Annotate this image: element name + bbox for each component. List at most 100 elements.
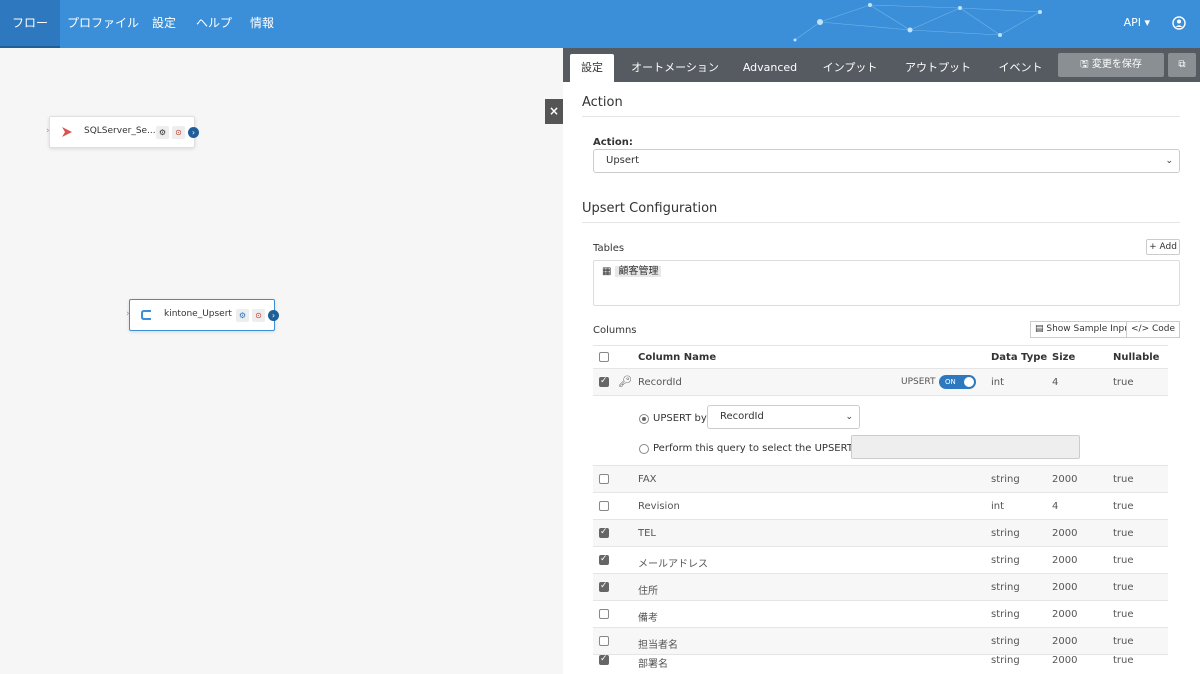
column-name: Revision (638, 501, 680, 512)
upsert-by-radio[interactable] (639, 414, 649, 424)
tab-bar: 設定 オートメーション Advanced インプット アウトプット イベント 🖫… (563, 48, 1200, 82)
upsert-key-options: UPSERT by: RecordId ⌄ Perform this query… (593, 396, 1168, 466)
nav-help[interactable]: ヘルプ (184, 0, 244, 48)
upsert-query-input[interactable] (851, 435, 1080, 459)
flow-canvas[interactable]: › SQLServer_Se... ⚙ ⊙ › › kintone_Upsert… (0, 48, 563, 674)
row-checkbox[interactable] (599, 376, 609, 387)
tables-label: Tables (593, 243, 625, 254)
upsert-by-value: RecordId (720, 411, 764, 422)
columns-header: Column Name Data Type Size Nullable (593, 345, 1168, 369)
select-all-checkbox[interactable] (599, 352, 609, 362)
size: 2000 (1052, 555, 1078, 566)
network-decoration-icon (793, 3, 1042, 42)
row-checkbox[interactable] (599, 636, 609, 646)
nullable: true (1113, 377, 1134, 388)
user-icon[interactable] (1172, 16, 1186, 30)
flow-node-sqlserver[interactable]: › SQLServer_Se... ⚙ ⊙ › (46, 116, 199, 148)
tab-advanced[interactable]: Advanced (735, 54, 805, 82)
top-nav: フロー プロファイル 設定 ヘルプ 情報 API ▾ (0, 0, 1200, 48)
row-checkbox[interactable] (599, 527, 609, 538)
row-checkbox[interactable] (599, 609, 609, 619)
kintone-icon (141, 310, 151, 320)
nullable: true (1113, 528, 1134, 539)
close-panel-button[interactable]: × (545, 99, 563, 124)
table-row: Revision int 4 true (593, 493, 1168, 520)
nav-profile[interactable]: プロファイル (55, 0, 151, 48)
tab-output[interactable]: アウトプット (898, 54, 978, 82)
column-name: 部署名 (638, 659, 668, 670)
sqlserver-icon (62, 127, 72, 137)
table-row: 住所 string 2000 true (593, 574, 1168, 601)
columns-label: Columns (593, 325, 637, 336)
add-table-button[interactable]: + Add (1146, 239, 1180, 255)
table-row: FAX string 2000 true (593, 466, 1168, 493)
header-nullable: Nullable (1113, 352, 1160, 363)
column-name: TEL (638, 528, 656, 539)
size: 2000 (1052, 655, 1078, 666)
data-type: string (991, 582, 1020, 593)
column-name: メールアドレス (638, 559, 708, 570)
flow-node-kintone[interactable]: › kintone_Upsert ⚙ ⊙ › (126, 299, 279, 331)
row-checkbox[interactable] (599, 654, 609, 665)
size: 2000 (1052, 474, 1078, 485)
stop-icon[interactable]: ⊙ (252, 309, 265, 322)
external-link-icon[interactable]: ⧉ (1168, 53, 1196, 77)
upsert-tag: UPSERT (901, 377, 936, 387)
row-checkbox[interactable] (599, 581, 609, 592)
divider (582, 116, 1180, 117)
key-icon: 🔑︎ (618, 375, 632, 388)
save-changes-button[interactable]: 🖫 変更を保存 (1058, 53, 1164, 77)
nav-settings[interactable]: 設定 (140, 0, 188, 48)
gear-icon[interactable]: ⚙ (156, 126, 169, 139)
header-column-name: Column Name (638, 352, 717, 363)
code-button[interactable]: </> Code (1126, 321, 1181, 338)
size: 2000 (1052, 528, 1078, 539)
nav-info[interactable]: 情報 (238, 0, 286, 48)
input-arrow-icon: › (46, 126, 50, 136)
nullable: true (1113, 555, 1134, 566)
show-sample-input-button[interactable]: ▤ Show Sample Input (1030, 321, 1139, 338)
data-type: string (991, 655, 1020, 666)
nullable: true (1113, 655, 1134, 666)
tab-automation[interactable]: オートメーション (625, 54, 725, 82)
header-size: Size (1052, 352, 1076, 363)
data-type: string (991, 528, 1020, 539)
tab-events[interactable]: イベント (988, 54, 1053, 82)
table-icon: ▦ (602, 266, 612, 277)
output-connector-icon[interactable]: › (188, 127, 199, 138)
row-checkbox[interactable] (599, 501, 609, 511)
upsert-section-title: Upsert Configuration (582, 201, 718, 216)
upsert-toggle[interactable]: ON (939, 375, 976, 389)
chevron-down-icon: ⌄ (845, 412, 853, 422)
row-checkbox[interactable] (599, 554, 609, 565)
query-label: Perform this query to select the UPSERT … (653, 443, 877, 454)
output-connector-icon[interactable]: › (268, 310, 279, 321)
data-type: string (991, 636, 1020, 647)
size: 2000 (1052, 609, 1078, 620)
nullable: true (1113, 474, 1134, 485)
size: 4 (1052, 501, 1059, 512)
row-checkbox[interactable] (599, 474, 609, 484)
query-radio[interactable] (639, 444, 649, 454)
tab-input[interactable]: インプット (815, 54, 885, 82)
action-section-title: Action (582, 95, 623, 110)
data-type: int (991, 377, 1005, 388)
table-row: 部署名 string 2000 true (593, 647, 1168, 674)
column-name: 住所 (638, 586, 658, 597)
stop-icon[interactable]: ⊙ (172, 126, 185, 139)
gear-icon[interactable]: ⚙ (236, 309, 249, 322)
action-select[interactable]: Upsert ⌄ (593, 149, 1180, 173)
data-type: string (991, 555, 1020, 566)
nav-flow[interactable]: フロー (0, 0, 61, 48)
data-type: int (991, 501, 1005, 512)
upsert-by-select[interactable]: RecordId ⌄ (707, 405, 860, 429)
size: 4 (1052, 377, 1059, 388)
header-data-type: Data Type (991, 352, 1048, 363)
node-label: kintone_Upsert (164, 309, 232, 319)
tab-settings[interactable]: 設定 (570, 54, 614, 82)
table-chip[interactable]: ▦ 顧客管理 (602, 265, 662, 279)
api-menu[interactable]: API ▾ (1124, 0, 1150, 48)
tables-box: ▦ 顧客管理 (593, 260, 1180, 306)
table-row: 🔑︎ RecordId UPSERT ON int 4 true (593, 369, 1168, 396)
sample-icon: ▤ (1035, 324, 1047, 334)
